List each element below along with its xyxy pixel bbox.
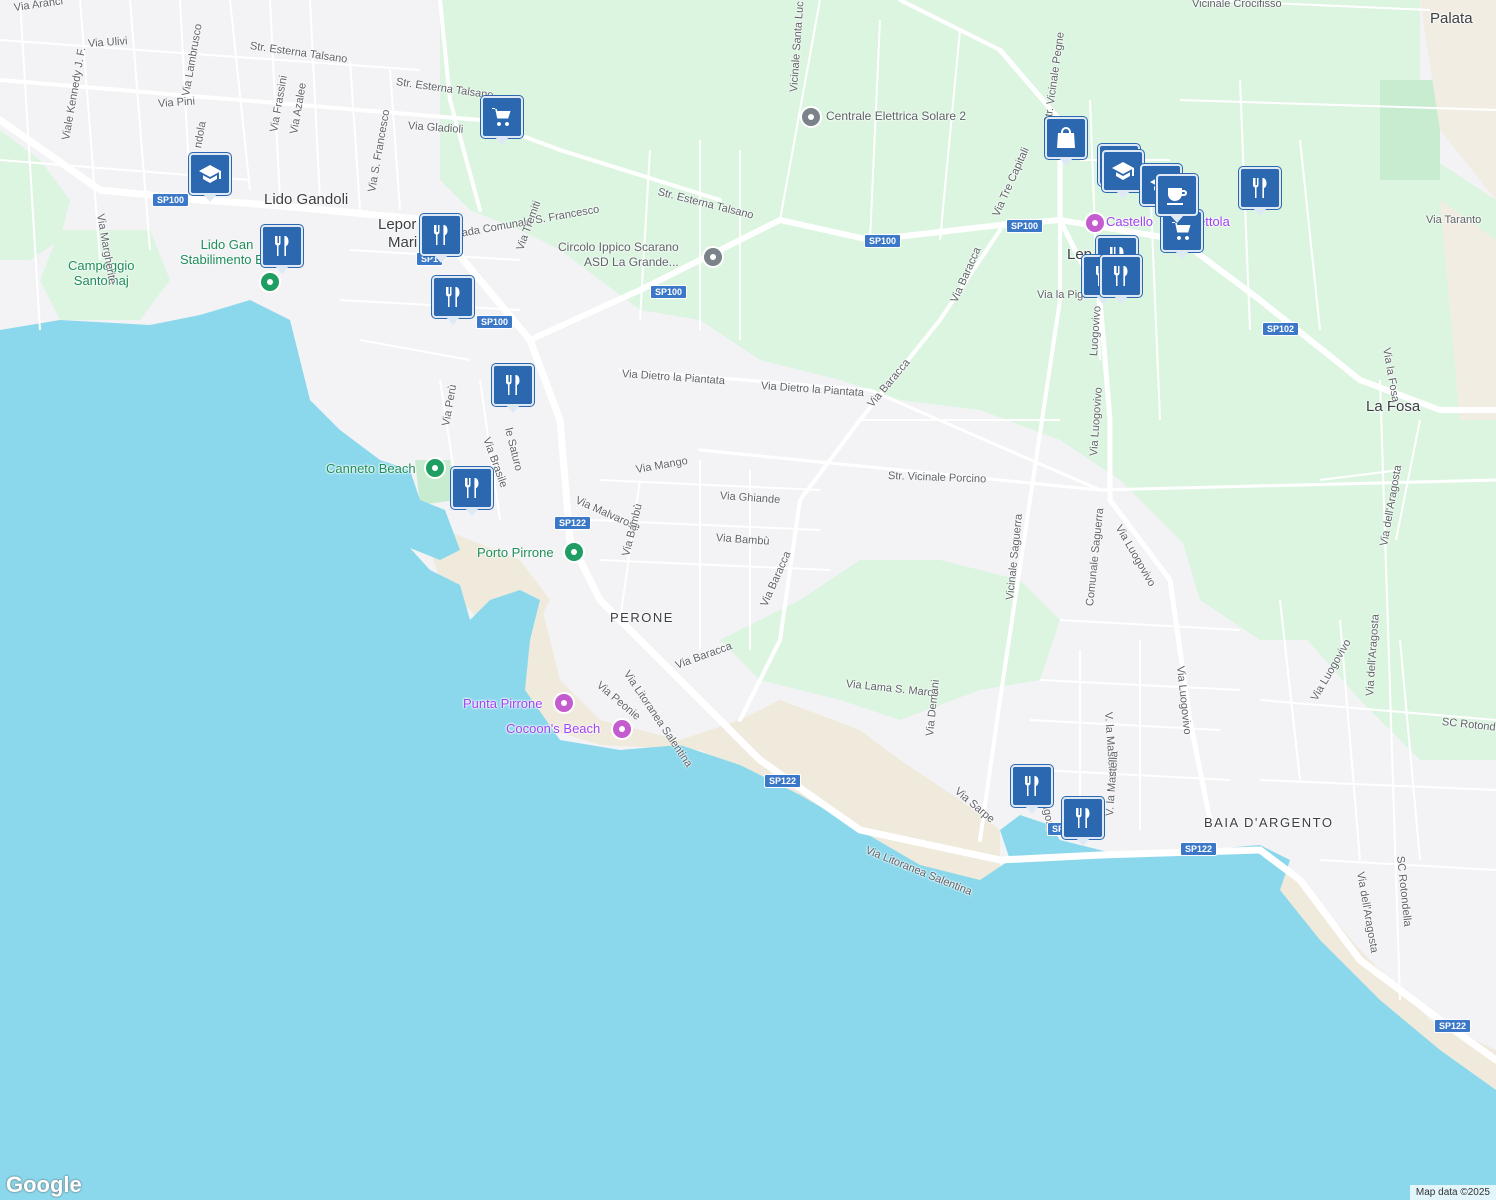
restaurant-icon[interactable] <box>1100 255 1142 304</box>
road-shield-sp100: SP100 <box>476 315 514 329</box>
restaurant-icon[interactable] <box>1239 167 1281 216</box>
road-shield-sp122: SP122 <box>764 774 802 788</box>
poi-porto-pirrone-label[interactable]: Porto Pirrone <box>477 545 554 560</box>
google-logo: Google <box>6 1172 82 1197</box>
restaurant-icon[interactable] <box>1062 797 1104 846</box>
camera-icon[interactable] <box>611 718 633 740</box>
poi-castello-label[interactable]: Castello <box>1106 214 1153 229</box>
place-baia-argento: BAIA D'ARGENTO <box>1204 815 1334 830</box>
graduation-cap-icon[interactable] <box>1102 150 1144 199</box>
museum-icon[interactable] <box>1084 212 1106 234</box>
road-shield-sp102: SP102 <box>1262 322 1300 336</box>
poi-canneto-label[interactable]: Canneto Beach <box>326 461 416 476</box>
road-via-taranto: Via Taranto <box>1426 214 1482 226</box>
place-leporano-marina-2: Mari <box>388 234 418 251</box>
road-shield-sp100: SP100 <box>152 193 190 207</box>
park-icon[interactable] <box>259 271 281 293</box>
place-palata: Palata <box>1430 10 1473 27</box>
restaurant-icon[interactable] <box>451 467 493 516</box>
poi-circolo-label[interactable]: Circolo Ippico Scarano ASD La Grande... <box>558 240 679 270</box>
graduation-cap-icon[interactable] <box>189 153 231 202</box>
place-leporano-marina-1: Lepor <box>378 216 417 233</box>
restaurant-icon[interactable] <box>420 214 462 263</box>
shopping-bag-icon[interactable] <box>1045 117 1087 166</box>
road-shield-sp122: SP122 <box>1180 842 1218 856</box>
park-icon[interactable] <box>563 541 585 563</box>
road-shield-sp100: SP100 <box>1006 219 1044 233</box>
road-shield-sp100: SP100 <box>650 285 688 299</box>
poi-cocoons-label[interactable]: Cocoon's Beach <box>506 721 600 736</box>
poi-punta-pirrone-label[interactable]: Punta Pirrone <box>463 696 543 711</box>
poi-lido-gandoli-label[interactable]: Lido Gan Stabilimento Bal <box>180 237 274 267</box>
restaurant-icon[interactable] <box>492 364 534 413</box>
museum-icon[interactable] <box>800 106 822 128</box>
place-perone: PERONE <box>610 610 674 625</box>
coffee-icon[interactable] <box>1156 174 1198 223</box>
poi-centrale-label[interactable]: Centrale Elettrica Solare 2 <box>826 109 966 123</box>
map-attribution: Map data ©2025 <box>1409 1185 1496 1200</box>
restaurant-icon[interactable] <box>261 225 303 274</box>
road-vicinale-crocifisso: Vicinale Crocifisso <box>1192 0 1282 10</box>
shopping-cart-icon[interactable] <box>481 96 523 145</box>
road-shield-sp122: SP122 <box>1434 1019 1472 1033</box>
circle-icon[interactable] <box>702 246 724 268</box>
poi-campeggio-label[interactable]: Campeggio Santomaj <box>68 258 135 288</box>
place-lido-gandoli: Lido Gandoli <box>264 191 349 208</box>
camera-icon[interactable] <box>553 692 575 714</box>
restaurant-icon[interactable] <box>432 276 474 325</box>
restaurant-icon[interactable] <box>1011 765 1053 814</box>
road-shield-sp100: SP100 <box>864 234 902 248</box>
park-icon[interactable] <box>424 457 446 479</box>
road-shield-sp122: SP122 <box>554 516 592 530</box>
